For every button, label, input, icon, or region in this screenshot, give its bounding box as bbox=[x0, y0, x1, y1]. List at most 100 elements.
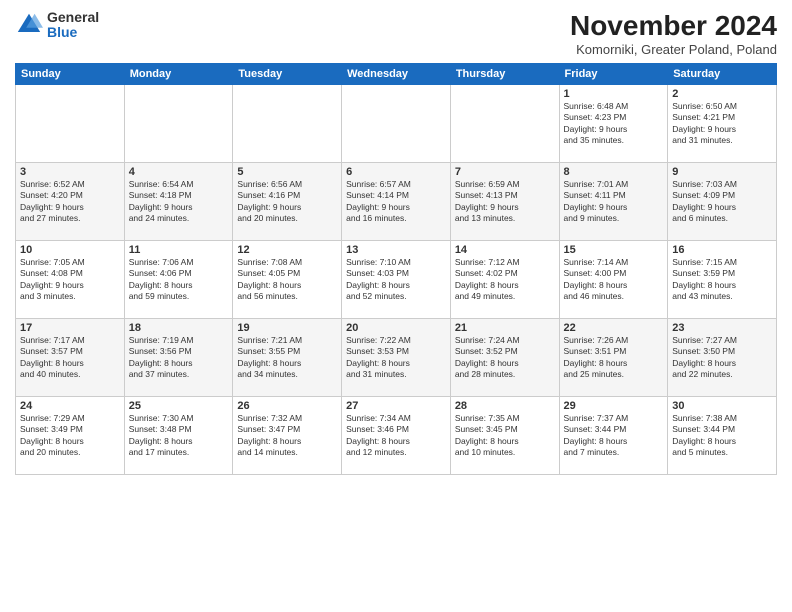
header-monday: Monday bbox=[124, 64, 233, 85]
logo-text: General Blue bbox=[47, 10, 99, 41]
day-number: 19 bbox=[237, 322, 337, 334]
day-info: Sunrise: 7:30 AM Sunset: 3:48 PM Dayligh… bbox=[129, 413, 229, 459]
header-sunday: Sunday bbox=[16, 64, 125, 85]
day-info: Sunrise: 7:22 AM Sunset: 3:53 PM Dayligh… bbox=[346, 335, 446, 381]
day-number: 28 bbox=[455, 400, 555, 412]
day-info: Sunrise: 7:12 AM Sunset: 4:02 PM Dayligh… bbox=[455, 257, 555, 303]
day-number: 12 bbox=[237, 244, 337, 256]
day-cell: 28Sunrise: 7:35 AM Sunset: 3:45 PM Dayli… bbox=[450, 397, 559, 475]
day-cell: 23Sunrise: 7:27 AM Sunset: 3:50 PM Dayli… bbox=[668, 319, 777, 397]
day-cell: 11Sunrise: 7:06 AM Sunset: 4:06 PM Dayli… bbox=[124, 241, 233, 319]
calendar-title: November 2024 bbox=[570, 10, 777, 42]
day-cell bbox=[233, 85, 342, 163]
day-cell: 13Sunrise: 7:10 AM Sunset: 4:03 PM Dayli… bbox=[342, 241, 451, 319]
day-info: Sunrise: 7:37 AM Sunset: 3:44 PM Dayligh… bbox=[564, 413, 664, 459]
day-cell: 17Sunrise: 7:17 AM Sunset: 3:57 PM Dayli… bbox=[16, 319, 125, 397]
day-info: Sunrise: 7:24 AM Sunset: 3:52 PM Dayligh… bbox=[455, 335, 555, 381]
title-area: November 2024 Komorniki, Greater Poland,… bbox=[570, 10, 777, 57]
day-number: 29 bbox=[564, 400, 664, 412]
day-cell: 25Sunrise: 7:30 AM Sunset: 3:48 PM Dayli… bbox=[124, 397, 233, 475]
day-info: Sunrise: 6:56 AM Sunset: 4:16 PM Dayligh… bbox=[237, 179, 337, 225]
day-info: Sunrise: 7:01 AM Sunset: 4:11 PM Dayligh… bbox=[564, 179, 664, 225]
day-cell: 15Sunrise: 7:14 AM Sunset: 4:00 PM Dayli… bbox=[559, 241, 668, 319]
day-info: Sunrise: 6:54 AM Sunset: 4:18 PM Dayligh… bbox=[129, 179, 229, 225]
calendar-subtitle: Komorniki, Greater Poland, Poland bbox=[570, 42, 777, 57]
day-number: 24 bbox=[20, 400, 120, 412]
week-row-2: 10Sunrise: 7:05 AM Sunset: 4:08 PM Dayli… bbox=[16, 241, 777, 319]
day-number: 20 bbox=[346, 322, 446, 334]
day-info: Sunrise: 7:19 AM Sunset: 3:56 PM Dayligh… bbox=[129, 335, 229, 381]
logo: General Blue bbox=[15, 10, 99, 41]
calendar-header: Sunday Monday Tuesday Wednesday Thursday… bbox=[16, 64, 777, 85]
day-cell: 6Sunrise: 6:57 AM Sunset: 4:14 PM Daylig… bbox=[342, 163, 451, 241]
week-row-1: 3Sunrise: 6:52 AM Sunset: 4:20 PM Daylig… bbox=[16, 163, 777, 241]
logo-icon bbox=[15, 11, 43, 39]
day-info: Sunrise: 7:08 AM Sunset: 4:05 PM Dayligh… bbox=[237, 257, 337, 303]
day-info: Sunrise: 6:52 AM Sunset: 4:20 PM Dayligh… bbox=[20, 179, 120, 225]
day-cell: 19Sunrise: 7:21 AM Sunset: 3:55 PM Dayli… bbox=[233, 319, 342, 397]
calendar-table: Sunday Monday Tuesday Wednesday Thursday… bbox=[15, 63, 777, 475]
logo-blue-text: Blue bbox=[47, 25, 99, 40]
day-info: Sunrise: 7:05 AM Sunset: 4:08 PM Dayligh… bbox=[20, 257, 120, 303]
day-number: 27 bbox=[346, 400, 446, 412]
header-wednesday: Wednesday bbox=[342, 64, 451, 85]
day-number: 16 bbox=[672, 244, 772, 256]
week-row-4: 24Sunrise: 7:29 AM Sunset: 3:49 PM Dayli… bbox=[16, 397, 777, 475]
day-cell: 20Sunrise: 7:22 AM Sunset: 3:53 PM Dayli… bbox=[342, 319, 451, 397]
day-info: Sunrise: 6:50 AM Sunset: 4:21 PM Dayligh… bbox=[672, 101, 772, 147]
day-number: 4 bbox=[129, 166, 229, 178]
day-cell: 30Sunrise: 7:38 AM Sunset: 3:44 PM Dayli… bbox=[668, 397, 777, 475]
day-info: Sunrise: 7:38 AM Sunset: 3:44 PM Dayligh… bbox=[672, 413, 772, 459]
day-cell: 21Sunrise: 7:24 AM Sunset: 3:52 PM Dayli… bbox=[450, 319, 559, 397]
day-number: 7 bbox=[455, 166, 555, 178]
day-number: 14 bbox=[455, 244, 555, 256]
day-number: 6 bbox=[346, 166, 446, 178]
day-info: Sunrise: 7:17 AM Sunset: 3:57 PM Dayligh… bbox=[20, 335, 120, 381]
day-number: 21 bbox=[455, 322, 555, 334]
day-info: Sunrise: 6:48 AM Sunset: 4:23 PM Dayligh… bbox=[564, 101, 664, 147]
day-cell: 27Sunrise: 7:34 AM Sunset: 3:46 PM Dayli… bbox=[342, 397, 451, 475]
day-number: 25 bbox=[129, 400, 229, 412]
day-cell: 2Sunrise: 6:50 AM Sunset: 4:21 PM Daylig… bbox=[668, 85, 777, 163]
day-number: 15 bbox=[564, 244, 664, 256]
day-cell: 8Sunrise: 7:01 AM Sunset: 4:11 PM Daylig… bbox=[559, 163, 668, 241]
day-cell: 26Sunrise: 7:32 AM Sunset: 3:47 PM Dayli… bbox=[233, 397, 342, 475]
day-info: Sunrise: 7:27 AM Sunset: 3:50 PM Dayligh… bbox=[672, 335, 772, 381]
day-cell bbox=[124, 85, 233, 163]
day-number: 11 bbox=[129, 244, 229, 256]
header-row: Sunday Monday Tuesday Wednesday Thursday… bbox=[16, 64, 777, 85]
day-number: 10 bbox=[20, 244, 120, 256]
calendar-body: 1Sunrise: 6:48 AM Sunset: 4:23 PM Daylig… bbox=[16, 85, 777, 475]
day-cell: 9Sunrise: 7:03 AM Sunset: 4:09 PM Daylig… bbox=[668, 163, 777, 241]
day-info: Sunrise: 7:26 AM Sunset: 3:51 PM Dayligh… bbox=[564, 335, 664, 381]
day-cell bbox=[16, 85, 125, 163]
day-info: Sunrise: 7:32 AM Sunset: 3:47 PM Dayligh… bbox=[237, 413, 337, 459]
week-row-3: 17Sunrise: 7:17 AM Sunset: 3:57 PM Dayli… bbox=[16, 319, 777, 397]
day-cell: 29Sunrise: 7:37 AM Sunset: 3:44 PM Dayli… bbox=[559, 397, 668, 475]
header-tuesday: Tuesday bbox=[233, 64, 342, 85]
day-info: Sunrise: 7:29 AM Sunset: 3:49 PM Dayligh… bbox=[20, 413, 120, 459]
day-number: 23 bbox=[672, 322, 772, 334]
day-cell: 5Sunrise: 6:56 AM Sunset: 4:16 PM Daylig… bbox=[233, 163, 342, 241]
day-cell: 14Sunrise: 7:12 AM Sunset: 4:02 PM Dayli… bbox=[450, 241, 559, 319]
day-number: 22 bbox=[564, 322, 664, 334]
day-cell bbox=[342, 85, 451, 163]
day-number: 3 bbox=[20, 166, 120, 178]
day-info: Sunrise: 7:35 AM Sunset: 3:45 PM Dayligh… bbox=[455, 413, 555, 459]
day-cell: 18Sunrise: 7:19 AM Sunset: 3:56 PM Dayli… bbox=[124, 319, 233, 397]
day-cell: 24Sunrise: 7:29 AM Sunset: 3:49 PM Dayli… bbox=[16, 397, 125, 475]
day-number: 8 bbox=[564, 166, 664, 178]
day-info: Sunrise: 7:21 AM Sunset: 3:55 PM Dayligh… bbox=[237, 335, 337, 381]
day-cell: 16Sunrise: 7:15 AM Sunset: 3:59 PM Dayli… bbox=[668, 241, 777, 319]
day-info: Sunrise: 7:15 AM Sunset: 3:59 PM Dayligh… bbox=[672, 257, 772, 303]
day-info: Sunrise: 7:06 AM Sunset: 4:06 PM Dayligh… bbox=[129, 257, 229, 303]
day-cell: 22Sunrise: 7:26 AM Sunset: 3:51 PM Dayli… bbox=[559, 319, 668, 397]
day-number: 2 bbox=[672, 88, 772, 100]
header-saturday: Saturday bbox=[668, 64, 777, 85]
day-cell: 4Sunrise: 6:54 AM Sunset: 4:18 PM Daylig… bbox=[124, 163, 233, 241]
day-number: 17 bbox=[20, 322, 120, 334]
logo-general-text: General bbox=[47, 10, 99, 25]
header-area: General Blue November 2024 Komorniki, Gr… bbox=[15, 10, 777, 57]
day-info: Sunrise: 7:10 AM Sunset: 4:03 PM Dayligh… bbox=[346, 257, 446, 303]
day-cell bbox=[450, 85, 559, 163]
